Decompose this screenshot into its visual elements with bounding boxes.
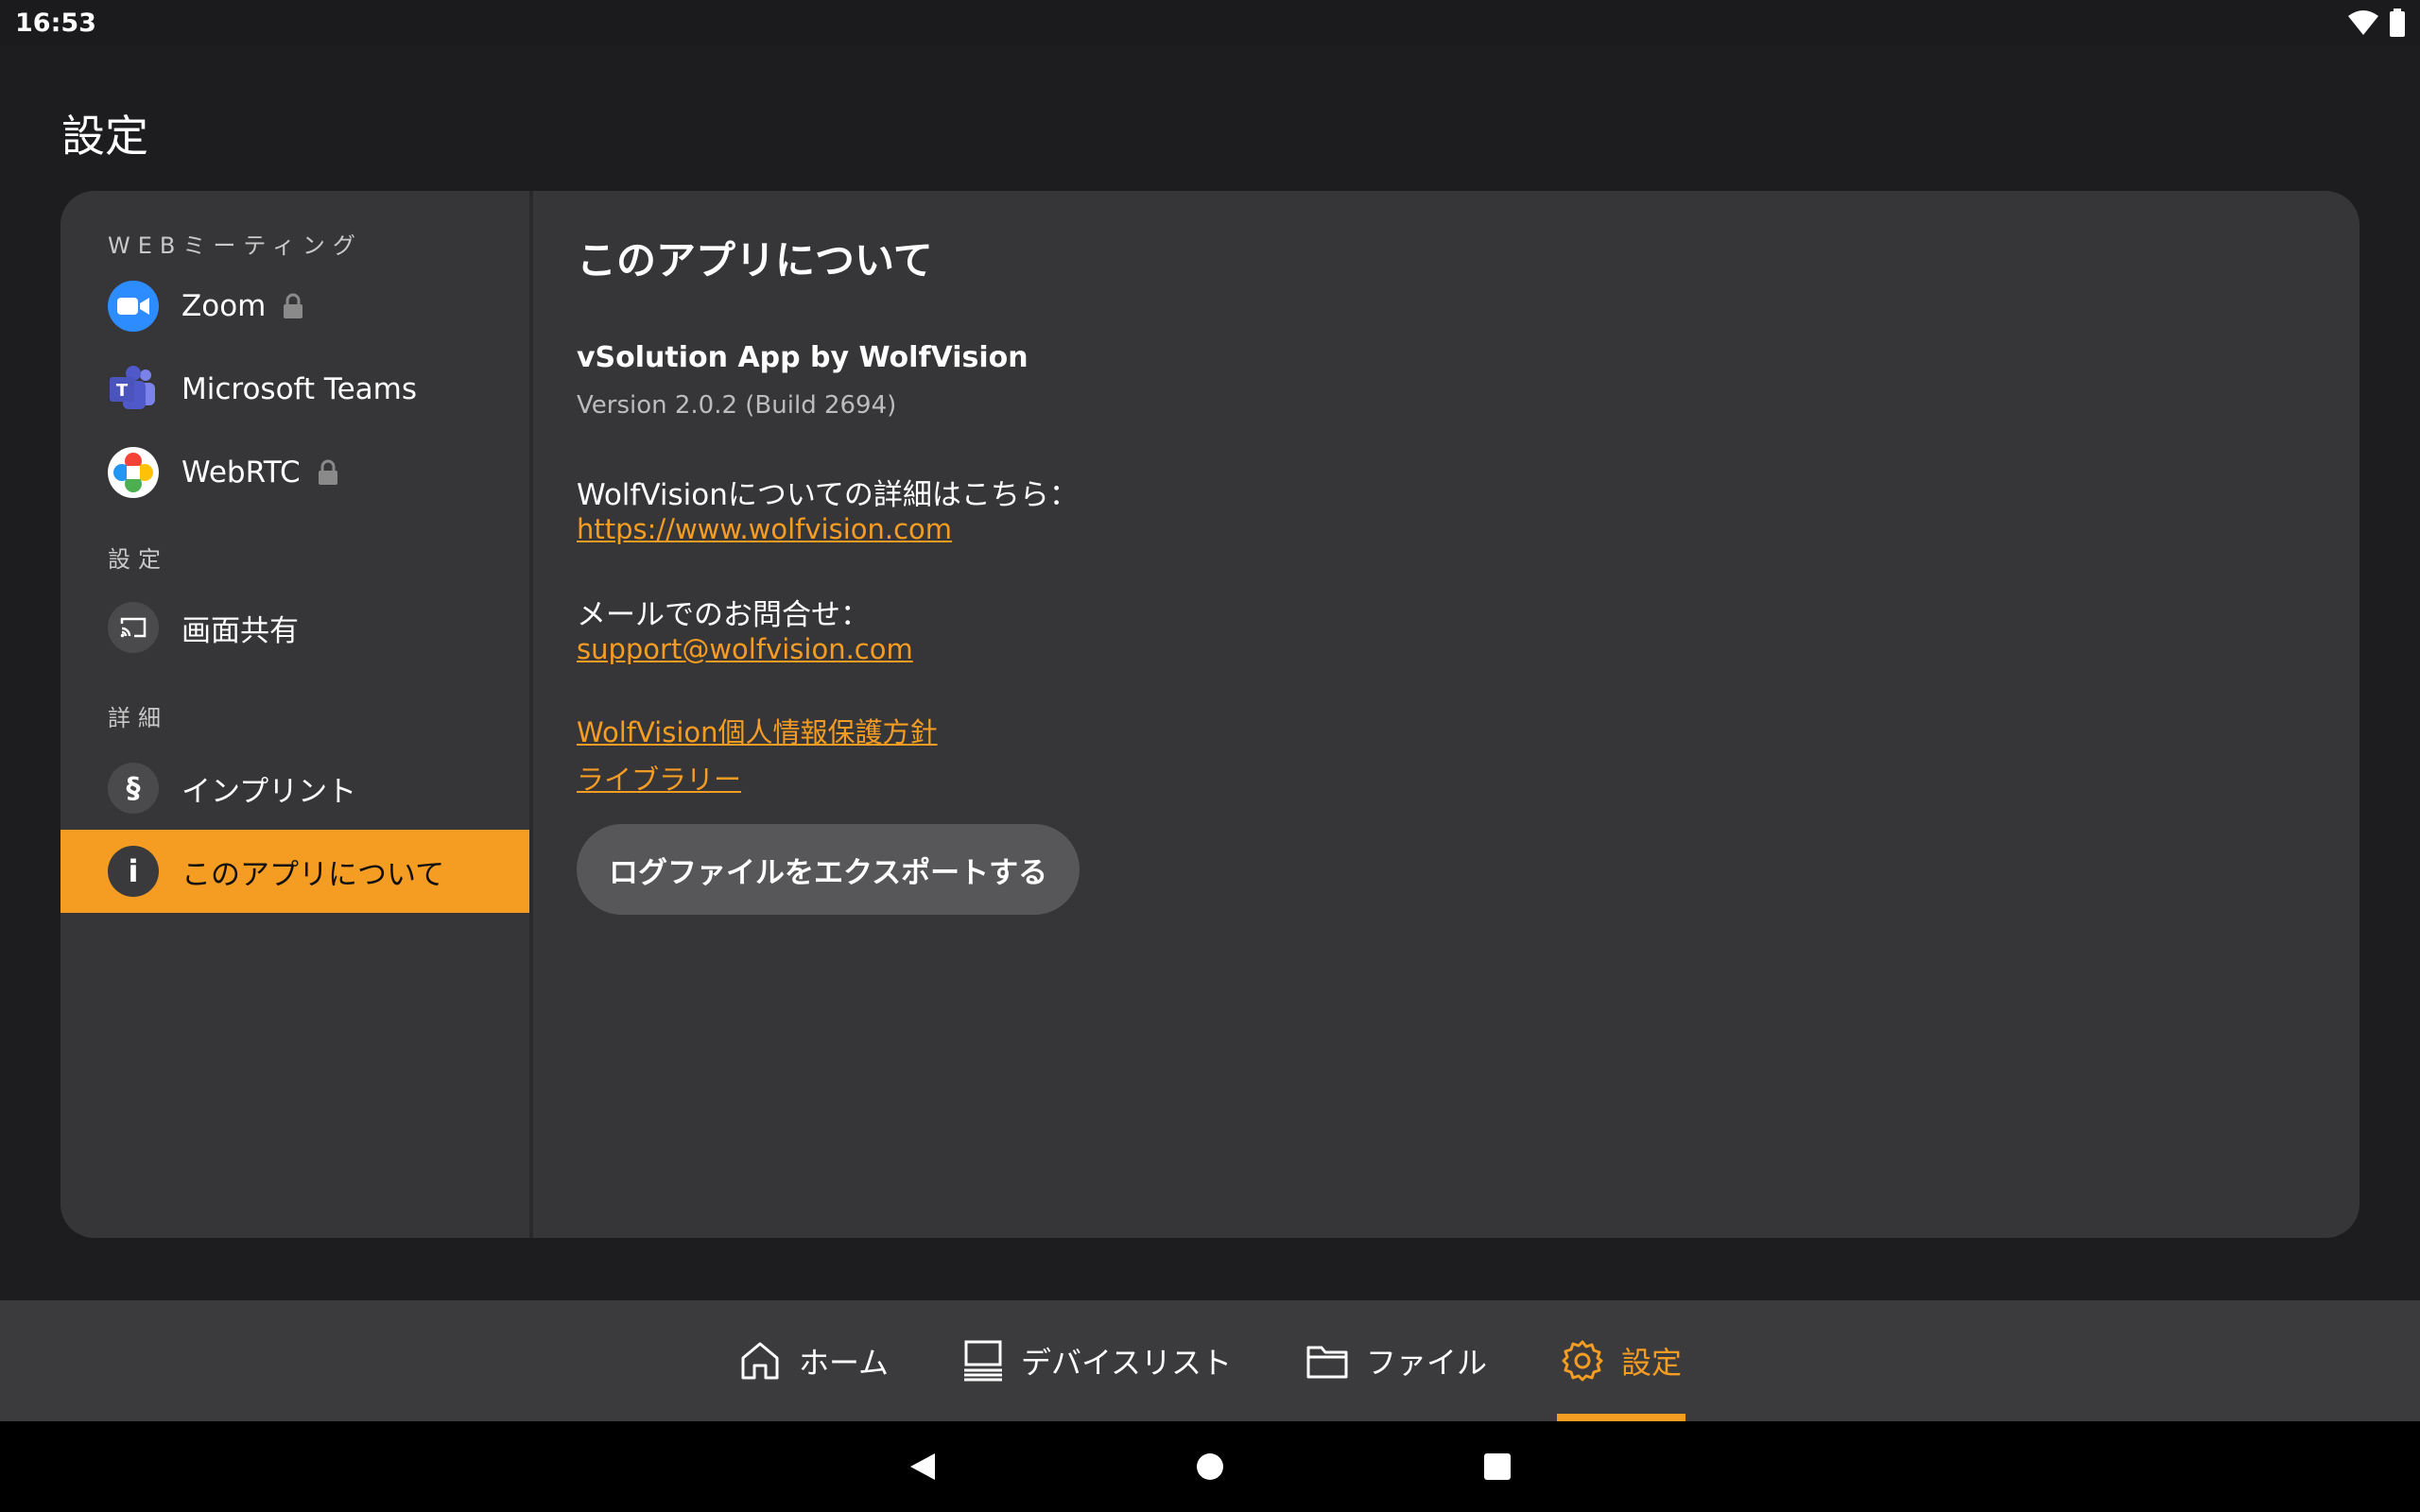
sidebar-item-label: 画面共有 (182, 613, 299, 648)
lock-icon (318, 459, 338, 486)
status-time: 16:53 (15, 8, 96, 38)
svg-text:T: T (116, 381, 129, 401)
lock-icon (283, 293, 303, 319)
about-heading: このアプリについて (577, 237, 933, 284)
sidebar-item-label: このアプリについて (182, 857, 445, 892)
settings-panel: WEBミーティング Zoom T Microsoft Teams WebRTC … (60, 191, 2360, 1238)
sidebar-item-label: Zoom (182, 289, 267, 323)
sidebar-item-label: インプリント (182, 774, 357, 809)
section-icon: § (108, 763, 159, 814)
status-bar: 16:53 (0, 0, 2420, 45)
app-version: Version 2.0.2 (Build 2694) (577, 391, 897, 420)
back-icon[interactable] (907, 1451, 939, 1483)
tab-label: ホーム (798, 1345, 889, 1381)
section-label-settings: 設定 (108, 546, 168, 573)
sidebar-item-microsoft-teams[interactable]: T Microsoft Teams (60, 348, 529, 431)
recents-icon[interactable] (1481, 1451, 1513, 1483)
webrtc-icon (108, 447, 159, 498)
system-icons (2348, 9, 2405, 37)
tab-device-list[interactable]: デバイスリスト (959, 1300, 1236, 1421)
cast-icon (108, 602, 159, 653)
device-list-icon (963, 1340, 1002, 1382)
sidebar-item-about[interactable]: i このアプリについて (60, 830, 529, 913)
wifi-icon (2348, 10, 2378, 35)
folder-icon (1306, 1346, 1348, 1379)
tab-label: 設定 (1621, 1345, 1683, 1381)
zoom-icon (108, 281, 159, 332)
section-label-web-meeting: WEBミーティング (108, 232, 363, 259)
battery-icon (2390, 9, 2405, 37)
tab-label: デバイスリスト (1020, 1345, 1233, 1381)
system-navigation-bar (0, 1421, 2420, 1512)
website-link[interactable]: https://www.wolfvision.com (577, 513, 952, 545)
bottom-navigation: ホーム デバイスリスト ファイル 設定 (0, 1300, 2420, 1421)
sidebar-item-screen-share[interactable]: 画面共有 (60, 586, 529, 669)
section-label-details: 詳細 (108, 705, 168, 731)
tab-home[interactable]: ホーム (735, 1300, 892, 1421)
page-title: 設定 (61, 111, 148, 162)
sidebar-item-label: Microsoft Teams (182, 372, 418, 406)
tab-settings[interactable]: 設定 (1557, 1300, 1686, 1421)
settings-sidebar: WEBミーティング Zoom T Microsoft Teams WebRTC … (60, 191, 533, 1238)
about-content: このアプリについて vSolution App by WolfVision Ve… (533, 191, 2360, 1238)
app-name: vSolution App by WolfVision (577, 341, 1028, 374)
more-info-label: WolfVisionについての詳細はこちら： (577, 478, 1079, 512)
teams-icon: T (108, 364, 159, 415)
home-circle-icon[interactable] (1194, 1451, 1226, 1483)
email-link[interactable]: support@wolfvision.com (577, 633, 913, 665)
tab-label: ファイル (1366, 1345, 1488, 1381)
info-icon: i (108, 846, 159, 897)
sidebar-item-webrtc[interactable]: WebRTC (60, 431, 529, 514)
library-link[interactable]: ライブラリー (577, 758, 2360, 798)
sidebar-item-imprint[interactable]: § インプリント (60, 747, 529, 830)
home-icon (741, 1342, 779, 1380)
sidebar-item-zoom[interactable]: Zoom (60, 265, 529, 348)
sidebar-item-label: WebRTC (182, 455, 301, 490)
export-log-button[interactable]: ログファイルをエクスポートする (577, 824, 1080, 915)
contact-label: メールでのお問合せ： (577, 598, 870, 632)
gear-icon (1562, 1340, 1603, 1382)
tab-files[interactable]: ファイル (1302, 1300, 1491, 1421)
privacy-policy-link[interactable]: WolfVision個人情報保護方針 (577, 711, 2360, 750)
